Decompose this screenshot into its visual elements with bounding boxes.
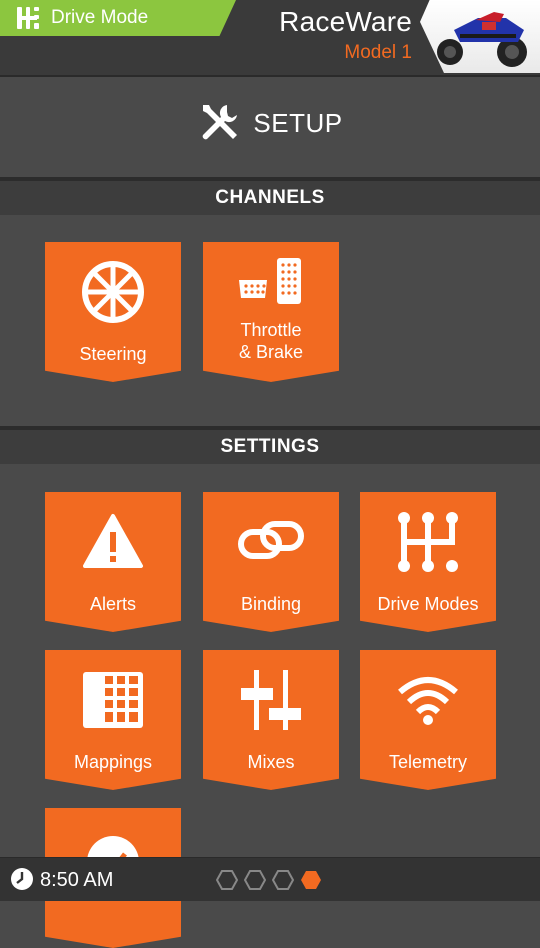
page-header: SETUP: [0, 98, 540, 148]
clock-icon: [11, 868, 33, 890]
steering-wheel-icon: [82, 261, 144, 323]
clock-time: 8:50 AM: [40, 869, 114, 891]
gear-shifter-icon: [17, 7, 39, 29]
throttle-label-line1: Throttle: [240, 320, 302, 340]
mixes-label: Mixes: [247, 752, 295, 772]
steering-label: Steering: [79, 344, 147, 364]
page-dot-4-active[interactable]: [300, 869, 322, 891]
drive-modes-tile[interactable]: Drive Modes: [360, 492, 496, 632]
telemetry-label: Telemetry: [388, 752, 468, 772]
app-name: RaceWare: [279, 6, 412, 37]
alerts-tile[interactable]: Alerts: [45, 492, 181, 632]
wifi-signal-icon: [398, 677, 458, 725]
page-indicator[interactable]: [216, 869, 322, 891]
warning-triangle-icon: [83, 514, 143, 568]
pedals-icon: [239, 258, 301, 304]
status-bar: 8:50 AM: [0, 857, 540, 901]
page-dot-3[interactable]: [272, 869, 294, 891]
model-name[interactable]: Model 1: [279, 42, 412, 64]
drive-mode-tab[interactable]: Drive Mode: [0, 0, 236, 36]
drive-modes-label: Drive Modes: [377, 594, 479, 614]
binding-label: Binding: [240, 594, 302, 614]
grid-table-icon: [83, 672, 143, 728]
page-title: SETUP: [253, 107, 343, 138]
alerts-label: Alerts: [89, 594, 136, 614]
section-header-channels: CHANNELS: [0, 177, 540, 215]
throttle-label-line2: & Brake: [238, 342, 304, 362]
gear-shifter-icon: [398, 512, 458, 572]
brand-block: RaceWare Model 1: [279, 6, 412, 64]
rc-car-image: [437, 12, 527, 67]
chain-link-icon: [238, 521, 304, 559]
mixes-tile[interactable]: Mixes: [203, 650, 339, 790]
wrench-screwdriver-icon: [203, 105, 238, 140]
app-header: Drive Mode RaceWare Model 1: [0, 0, 540, 77]
throttle-brake-label: Throttle & Brake: [203, 319, 339, 363]
model-car-thumbnail[interactable]: [420, 0, 540, 73]
sliders-icon: [241, 670, 301, 730]
steering-tile[interactable]: Steering: [45, 242, 181, 382]
drive-mode-label: Drive Mode: [51, 7, 149, 28]
throttle-brake-tile[interactable]: Throttle & Brake: [203, 242, 339, 382]
section-header-settings: SETTINGS: [0, 426, 540, 464]
telemetry-tile[interactable]: Telemetry: [360, 650, 496, 790]
page-dot-2[interactable]: [244, 869, 266, 891]
page-dot-1[interactable]: [216, 869, 238, 891]
binding-tile[interactable]: Binding: [203, 492, 339, 632]
mappings-label: Mappings: [73, 752, 153, 772]
mappings-tile[interactable]: Mappings: [45, 650, 181, 790]
